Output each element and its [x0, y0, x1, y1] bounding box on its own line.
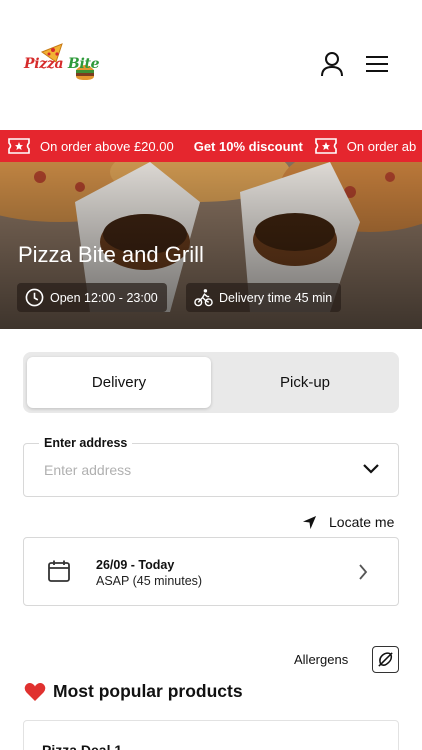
opening-hours-badge: Open 12:00 - 23:00	[17, 283, 167, 312]
location-arrow-icon	[302, 515, 317, 529]
address-dropdown-toggle[interactable]	[362, 462, 380, 480]
allergens-label: Allergens	[294, 652, 349, 667]
locate-me-button[interactable]: Locate me	[302, 512, 394, 532]
calendar-icon	[48, 560, 70, 582]
account-button[interactable]	[316, 48, 348, 80]
chevron-down-icon	[363, 464, 379, 474]
locate-me-label: Locate me	[329, 514, 395, 530]
app-header: Pizza Bite	[0, 0, 422, 130]
logo-text: Pizza Bite	[24, 56, 100, 72]
heart-icon	[24, 682, 46, 701]
popular-section-title: Most popular products	[53, 681, 243, 701]
selected-time: ASAP (45 minutes)	[96, 574, 203, 588]
menu-button[interactable]	[361, 48, 393, 80]
delivery-time-selector[interactable]: 26/09 - Today ASAP (45 minutes)	[23, 537, 399, 606]
ticket-icon	[314, 138, 337, 154]
promo-text-threshold-repeat: On order ab	[346, 138, 417, 154]
clock-icon	[25, 288, 44, 307]
popular-section-heading: Most popular products	[24, 681, 243, 702]
ticket-icon	[8, 138, 30, 154]
allergen-icon	[378, 652, 393, 667]
delivery-time-badge: Delivery time 45 min	[186, 283, 342, 312]
chevron-right-icon	[359, 564, 368, 580]
order-mode-toggle: Delivery Pick-up	[23, 352, 399, 413]
promo-banner: On order above £20.00 Get 10% discount O…	[0, 130, 422, 162]
pickup-option[interactable]: Pick-up	[213, 357, 397, 408]
delivery-time-text: Delivery time 45 min	[219, 290, 333, 305]
pizza-bite-logo[interactable]: Pizza Bite	[22, 40, 106, 88]
delivery-option[interactable]: Delivery	[27, 357, 211, 408]
opening-hours-text: Open 12:00 - 23:00	[50, 290, 158, 305]
hamburger-icon	[366, 56, 388, 72]
restaurant-name: Pizza Bite and Grill	[18, 242, 204, 267]
restaurant-hero: Pizza Bite and Grill Open 12:00 - 23:00 …	[0, 162, 422, 329]
address-field[interactable]: Enter address	[23, 436, 399, 497]
selected-date: 26/09 - Today	[96, 558, 175, 572]
logo-word-pizza: Pizza	[24, 56, 64, 72]
promo-text-threshold: On order above £20.00	[40, 138, 174, 154]
product-card[interactable]: Pizza Deal 1	[23, 720, 399, 750]
promo-text-discount: Get 10% discount	[193, 138, 303, 154]
logo-word-bite: Bite	[67, 56, 100, 72]
user-icon	[321, 52, 343, 77]
address-label: Enter address	[39, 436, 133, 450]
product-name: Pizza Deal 1	[42, 742, 123, 750]
allergens-button[interactable]	[372, 646, 399, 673]
address-input[interactable]	[44, 462, 344, 478]
cyclist-icon	[194, 289, 213, 307]
